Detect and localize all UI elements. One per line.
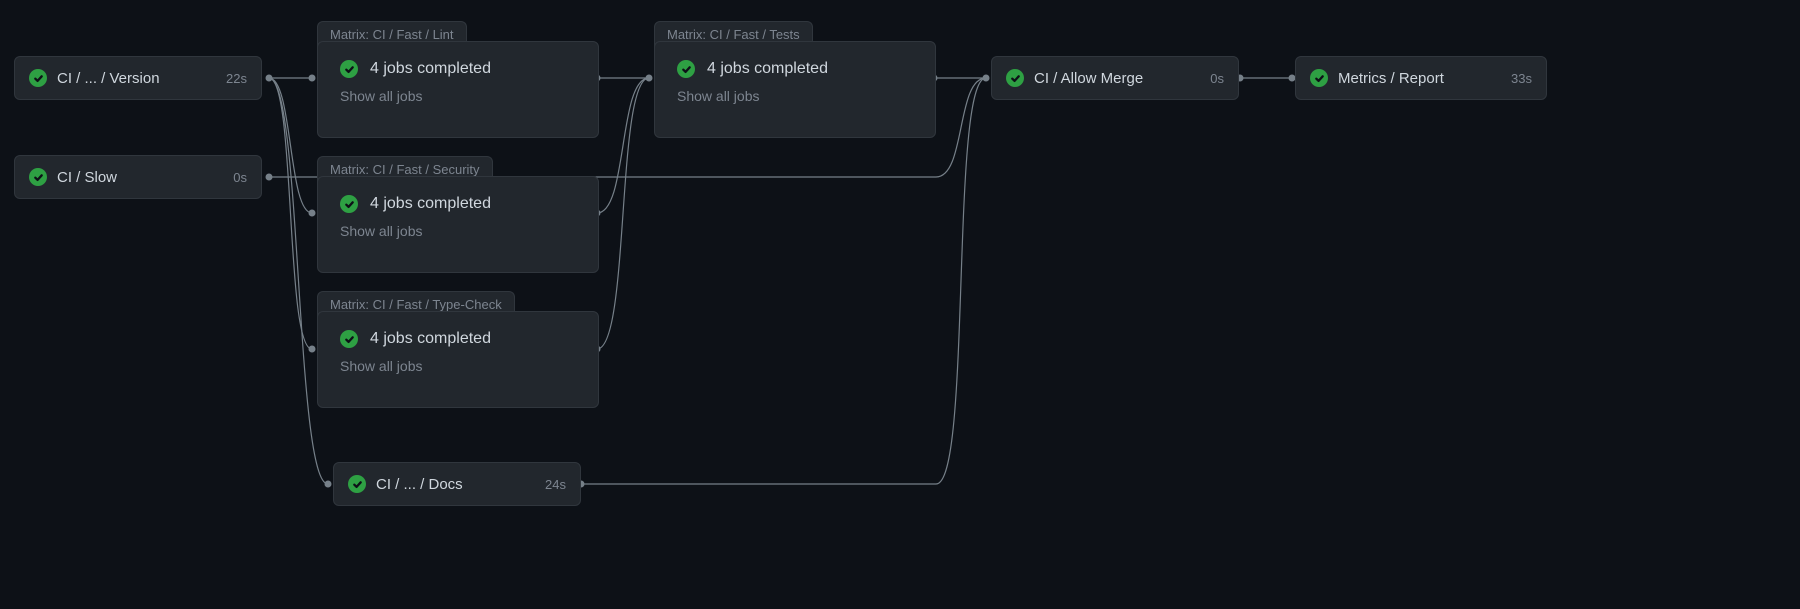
job-node-version[interactable]: CI / ... / Version 22s bbox=[14, 56, 262, 100]
show-all-jobs-link[interactable]: Show all jobs bbox=[340, 88, 576, 104]
matrix-node-typecheck[interactable]: Matrix: CI / Fast / Type-Check 4 jobs co… bbox=[317, 291, 599, 408]
success-check-icon bbox=[340, 195, 358, 213]
success-check-icon bbox=[29, 168, 47, 186]
job-node-docs[interactable]: CI / ... / Docs 24s bbox=[333, 462, 581, 506]
job-label: Metrics / Report bbox=[1338, 70, 1444, 87]
show-all-jobs-link[interactable]: Show all jobs bbox=[340, 358, 576, 374]
job-duration: 0s bbox=[1210, 71, 1224, 86]
success-check-icon bbox=[340, 330, 358, 348]
matrix-summary: 4 jobs completed bbox=[707, 60, 828, 78]
job-duration: 22s bbox=[226, 71, 247, 86]
success-check-icon bbox=[348, 475, 366, 493]
job-node-allow-merge[interactable]: CI / Allow Merge 0s bbox=[991, 56, 1239, 100]
matrix-summary: 4 jobs completed bbox=[370, 330, 491, 348]
job-node-slow[interactable]: CI / Slow 0s bbox=[14, 155, 262, 199]
workflow-graph: CI / ... / Version 22s CI / Slow 0s Matr… bbox=[0, 0, 1800, 609]
matrix-node-tests[interactable]: Matrix: CI / Fast / Tests 4 jobs complet… bbox=[654, 21, 936, 138]
show-all-jobs-link[interactable]: Show all jobs bbox=[340, 223, 576, 239]
matrix-summary: 4 jobs completed bbox=[370, 195, 491, 213]
success-check-icon bbox=[1006, 69, 1024, 87]
success-check-icon bbox=[340, 60, 358, 78]
job-label: CI / ... / Docs bbox=[376, 476, 463, 493]
success-check-icon bbox=[29, 69, 47, 87]
success-check-icon bbox=[677, 60, 695, 78]
success-check-icon bbox=[1310, 69, 1328, 87]
job-duration: 24s bbox=[545, 477, 566, 492]
matrix-summary: 4 jobs completed bbox=[370, 60, 491, 78]
job-label: CI / Slow bbox=[57, 169, 117, 186]
show-all-jobs-link[interactable]: Show all jobs bbox=[677, 88, 913, 104]
job-label: CI / ... / Version bbox=[57, 70, 160, 87]
job-node-metrics[interactable]: Metrics / Report 33s bbox=[1295, 56, 1547, 100]
job-duration: 0s bbox=[233, 170, 247, 185]
matrix-node-security[interactable]: Matrix: CI / Fast / Security 4 jobs comp… bbox=[317, 156, 599, 273]
job-duration: 33s bbox=[1511, 71, 1532, 86]
matrix-node-lint[interactable]: Matrix: CI / Fast / Lint 4 jobs complete… bbox=[317, 21, 599, 138]
job-label: CI / Allow Merge bbox=[1034, 70, 1143, 87]
